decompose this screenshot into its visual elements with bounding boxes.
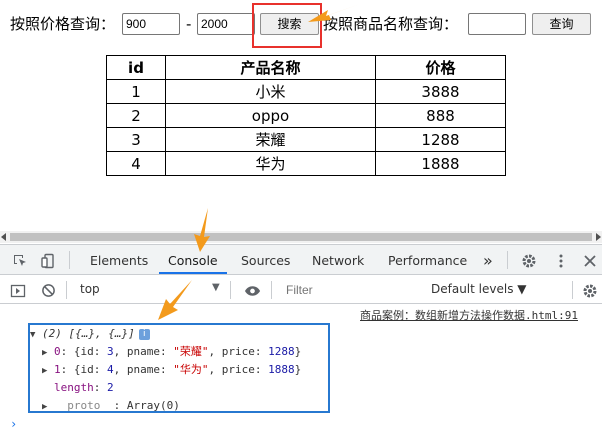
page-horizontal-scrollbar[interactable] (0, 231, 602, 243)
scroll-right-arrow-icon[interactable] (596, 233, 601, 241)
table-header-row: id 产品名称 价格 (106, 55, 506, 80)
show-sidebar-icon[interactable] (8, 275, 28, 305)
header-price: 价格 (375, 55, 506, 80)
devtools-panel: Elements Console Sources Network Perform… (0, 244, 602, 429)
cell-price: 888 (375, 103, 506, 128)
min-price-input[interactable] (122, 13, 180, 35)
cell-name: oppo (165, 103, 376, 128)
cell-name: 华为 (165, 151, 376, 176)
cell-id: 3 (106, 127, 166, 152)
tab-sources[interactable]: Sources (241, 245, 290, 274)
query-button[interactable]: 查询 (532, 13, 591, 35)
console-prompt[interactable]: › (10, 417, 17, 429)
table-row: 3 荣耀 1288 (106, 127, 506, 152)
cell-id: 1 (106, 79, 166, 104)
more-tabs-button[interactable]: » (483, 245, 493, 274)
table-row: 1 小米 3888 (106, 79, 506, 104)
range-dash: - (186, 15, 192, 33)
arrow-to-console-tab (194, 208, 210, 252)
clear-console-icon[interactable] (38, 275, 58, 305)
cell-id: 4 (106, 151, 166, 176)
toolbar-divider (507, 251, 508, 269)
arrow-to-log-output (158, 280, 192, 320)
inspect-element-icon[interactable] (10, 245, 30, 275)
console-toolbar: top ▼ Default levels ▼ (0, 276, 602, 304)
live-expression-eye-icon[interactable] (242, 275, 262, 305)
product-name-input[interactable] (468, 13, 526, 35)
context-dropdown-icon[interactable]: ▼ (212, 282, 220, 293)
toolbar-divider (271, 281, 272, 299)
device-toolbar-icon[interactable] (38, 245, 58, 275)
table-row: 4 华为 1888 (106, 151, 506, 176)
scroll-left-arrow-icon[interactable] (1, 233, 6, 241)
toolbar-divider (66, 281, 67, 299)
cell-name: 荣耀 (165, 127, 376, 152)
tab-elements[interactable]: Elements (90, 245, 148, 274)
product-table: id 产品名称 价格 1 小米 3888 2 oppo 888 3 荣耀 128… (106, 55, 506, 176)
header-name: 产品名称 (165, 55, 376, 80)
max-price-input[interactable] (197, 13, 255, 35)
price-query-label: 按照价格查询： (10, 15, 116, 33)
source-link[interactable]: 商品案例：数组新增方法操作数据.html:91 (360, 307, 578, 323)
toolbar-divider (230, 281, 231, 299)
cell-id: 2 (106, 103, 166, 128)
settings-gear-icon[interactable] (519, 245, 539, 275)
cell-name: 小米 (165, 79, 376, 104)
toolbar-divider (572, 281, 573, 299)
log-levels-dropdown[interactable]: Default levels ▼ (431, 282, 527, 296)
log-highlight-box (28, 323, 330, 413)
toolbar-divider (69, 251, 70, 269)
table-row: 2 oppo 888 (106, 103, 506, 128)
cell-price: 3888 (375, 79, 506, 104)
cell-price: 1288 (375, 127, 506, 152)
more-options-icon[interactable] (551, 245, 571, 275)
arrow-to-search-button (308, 4, 360, 22)
cell-price: 1888 (375, 151, 506, 176)
console-settings-gear-icon[interactable] (580, 275, 600, 305)
scrollbar-thumb[interactable] (10, 233, 592, 241)
tab-network[interactable]: Network (312, 245, 364, 274)
header-id: id (106, 55, 166, 80)
tab-performance[interactable]: Performance (388, 245, 467, 274)
console-output: 商品案例：数组新增方法操作数据.html:91 ▼ (2) [{…}, {…}] i… (0, 305, 602, 429)
console-filter-input[interactable] (279, 279, 421, 300)
devtools-tab-bar: Elements Console Sources Network Perform… (0, 245, 602, 275)
context-selector[interactable]: top (80, 282, 100, 296)
close-devtools-icon[interactable] (580, 245, 600, 275)
